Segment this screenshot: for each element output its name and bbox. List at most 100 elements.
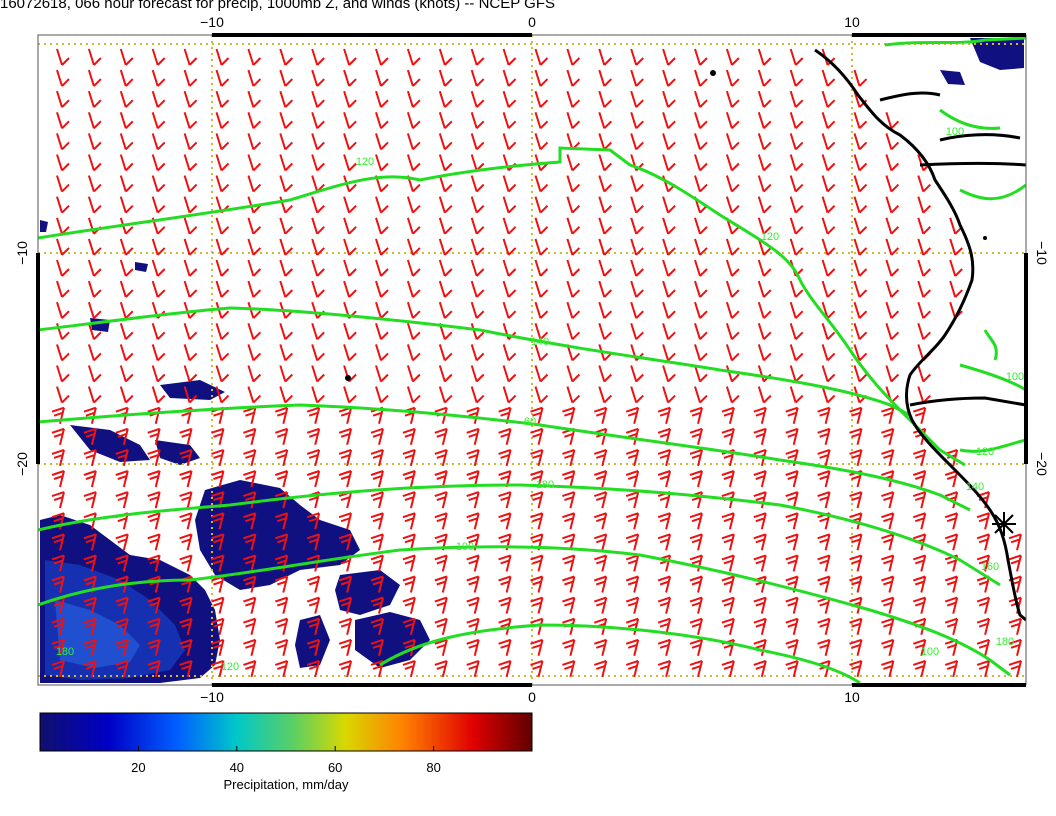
wind-barb	[849, 491, 863, 509]
wind-barb	[470, 301, 485, 319]
wind-barb	[853, 280, 868, 298]
wind-barb	[534, 175, 549, 193]
wind-barb	[566, 154, 581, 172]
wind-barb	[662, 280, 676, 298]
wind-barb	[757, 344, 772, 362]
contour-line	[38, 146, 966, 467]
wind-barb	[87, 301, 102, 319]
wind-barb	[817, 596, 831, 614]
wind-barb	[657, 596, 672, 614]
wind-barb	[753, 491, 767, 509]
y-tick-label: −10	[1034, 241, 1050, 265]
wind-barb	[689, 533, 703, 551]
wind-barb	[183, 175, 198, 193]
wind-barb	[83, 470, 97, 488]
wind-barb	[853, 301, 868, 319]
wind-barb	[625, 638, 640, 657]
wind-barb	[1008, 617, 1022, 635]
wind-barb	[662, 90, 676, 108]
wind-barb	[534, 259, 549, 277]
wind-barb	[725, 344, 740, 362]
wind-barb	[243, 596, 257, 614]
wind-barb	[119, 323, 134, 341]
wind-barb	[402, 491, 416, 509]
wind-barb	[183, 69, 198, 87]
wind-barb	[817, 617, 831, 635]
wind-barb	[662, 69, 676, 87]
wind-barb	[785, 617, 799, 635]
wind-barb	[630, 259, 644, 277]
wind-barb	[311, 323, 325, 341]
wind-barb	[375, 154, 389, 172]
wind-barb	[215, 133, 230, 151]
wind-barb	[151, 365, 166, 383]
wind-barb	[502, 365, 517, 383]
wind-barb	[247, 365, 262, 383]
wind-barb	[119, 133, 134, 151]
wind-barb	[243, 659, 257, 678]
wind-barb	[912, 491, 927, 509]
contour-line	[38, 306, 911, 417]
wind-barb	[753, 596, 767, 614]
wind-barb	[375, 112, 389, 130]
wind-barb	[944, 596, 959, 614]
wind-barb	[662, 196, 676, 214]
wind-barb	[753, 617, 767, 635]
wind-barb	[566, 90, 581, 108]
wind-barb	[657, 575, 672, 593]
wind-barb	[721, 427, 735, 446]
wind-barb	[470, 133, 485, 151]
wind-barb	[83, 406, 97, 424]
wind-barb	[534, 133, 549, 151]
wind-barb	[976, 659, 991, 678]
wind-barb	[785, 659, 799, 678]
wind-barb	[274, 596, 289, 614]
wind-barb	[694, 48, 708, 66]
wind-barb	[694, 69, 708, 87]
wind-barb	[630, 301, 644, 319]
wind-barb	[343, 259, 357, 277]
wind-barb	[402, 575, 416, 593]
wind-barb	[566, 301, 581, 319]
wind-barb	[849, 617, 863, 635]
wind-barb	[593, 491, 608, 509]
wind-barb	[51, 427, 65, 446]
wind-barb	[438, 133, 453, 151]
wind-barb	[630, 175, 644, 193]
wind-barb	[87, 69, 102, 87]
wind-barb	[438, 301, 453, 319]
wind-barb	[789, 196, 804, 214]
wind-barb	[343, 90, 357, 108]
wind-barb	[694, 344, 708, 362]
wind-barb	[51, 470, 65, 488]
wind-barb	[438, 112, 453, 130]
wind-barb	[849, 533, 863, 551]
wind-barb	[375, 196, 389, 214]
x-tick-label: −10	[200, 14, 224, 30]
wind-barb	[370, 512, 384, 530]
wind-barb	[725, 196, 740, 214]
wind-barb	[243, 427, 257, 446]
wind-barb	[56, 238, 70, 256]
wind-barb	[375, 48, 389, 66]
wind-barb	[657, 406, 672, 424]
wind-barb	[470, 69, 485, 87]
wind-barb	[375, 69, 389, 87]
wind-barb	[406, 259, 421, 277]
wind-barb	[179, 533, 193, 551]
wind-barb	[147, 470, 161, 488]
wind-barb	[566, 238, 581, 256]
wind-barb	[343, 280, 357, 298]
wind-barb	[151, 238, 166, 256]
contour-label: 180	[536, 479, 554, 491]
wind-barb	[785, 406, 799, 424]
wind-barb	[949, 259, 963, 277]
wind-barb	[725, 301, 740, 319]
wind-barb	[311, 133, 325, 151]
wind-barb	[311, 196, 325, 214]
wind-barb	[566, 365, 581, 383]
wind-barb	[215, 90, 230, 108]
wind-barb	[338, 406, 353, 424]
colorbar-tick-label: 40	[230, 760, 244, 775]
wind-barb	[343, 154, 357, 172]
